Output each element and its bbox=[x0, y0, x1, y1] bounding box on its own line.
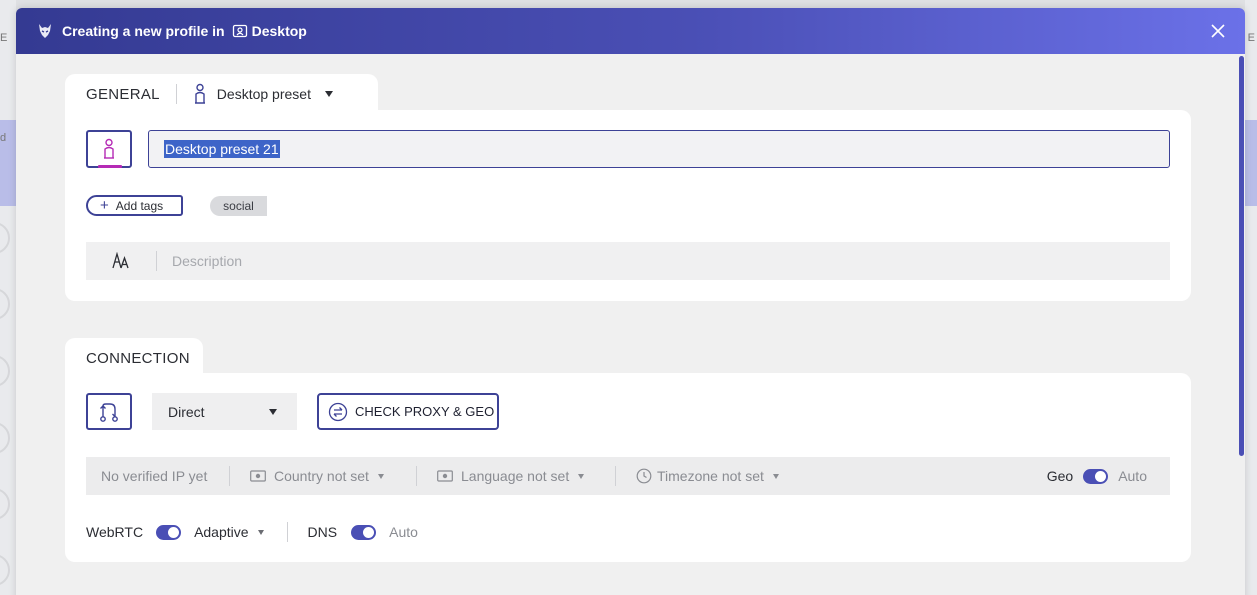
divider bbox=[156, 251, 157, 271]
person-icon[interactable] bbox=[193, 83, 207, 105]
workspace-name: Desktop bbox=[251, 23, 307, 39]
scrollbar-thumb[interactable] bbox=[1239, 56, 1244, 456]
chevron-down-icon bbox=[377, 473, 384, 479]
dns-label: DNS bbox=[307, 524, 338, 540]
add-tags-label: Add tags bbox=[115, 198, 164, 213]
background-glyph: E bbox=[0, 32, 8, 44]
connection-type-select[interactable]: Direct bbox=[152, 393, 297, 430]
language-value: Language not set bbox=[461, 468, 570, 484]
background-glyph: E bbox=[1247, 32, 1255, 44]
close-icon[interactable] bbox=[1209, 22, 1227, 40]
description-field[interactable]: Description bbox=[86, 242, 1170, 280]
country-dropdown[interactable]: Country not set bbox=[230, 468, 416, 484]
modal-header: Creating a new profile in Desktop bbox=[16, 8, 1245, 54]
preset-dropdown[interactable]: Desktop preset bbox=[217, 86, 311, 102]
create-profile-modal: Creating a new profile in Desktop GENERA… bbox=[16, 8, 1245, 595]
background-glyph: d bbox=[0, 132, 7, 144]
plus-icon: + bbox=[100, 197, 109, 214]
general-section-tab: GENERAL Desktop preset bbox=[65, 74, 378, 114]
connection-card: Direct CHECK PROXY & GEO No verified IP … bbox=[65, 373, 1191, 562]
geo-toggle[interactable] bbox=[1083, 468, 1109, 484]
connection-section-tab: CONNECTION bbox=[65, 338, 203, 378]
dns-mode: Auto bbox=[389, 524, 418, 540]
modal-title: Creating a new profile in bbox=[62, 23, 225, 39]
chevron-down-icon bbox=[578, 473, 585, 479]
clock-icon bbox=[636, 468, 652, 484]
webrtc-toggle[interactable] bbox=[156, 524, 182, 540]
connection-tab-label: CONNECTION bbox=[86, 349, 190, 367]
ip-info-bar: No verified IP yet Country not set Langu… bbox=[86, 457, 1170, 495]
workspace-icon bbox=[232, 23, 248, 39]
divider bbox=[175, 84, 177, 104]
webrtc-label: WebRTC bbox=[86, 524, 144, 540]
geo-setting: Geo Auto bbox=[1047, 468, 1147, 484]
divider bbox=[286, 522, 288, 542]
geo-mode: Auto bbox=[1118, 468, 1147, 484]
swap-icon bbox=[328, 402, 348, 421]
chevron-down-icon bbox=[772, 473, 779, 479]
flag-icon bbox=[250, 470, 266, 482]
text-format-icon bbox=[86, 252, 156, 270]
flag-icon bbox=[437, 470, 453, 482]
language-dropdown[interactable]: Language not set bbox=[417, 468, 615, 484]
connection-type-icon-button[interactable] bbox=[86, 393, 132, 430]
description-placeholder: Description bbox=[172, 253, 243, 269]
geo-label: Geo bbox=[1046, 468, 1074, 484]
background-selected-row-right bbox=[1245, 120, 1257, 206]
check-proxy-button[interactable]: CHECK PROXY & GEO bbox=[317, 393, 499, 430]
profile-name-text[interactable]: Desktop preset 21 bbox=[164, 140, 280, 158]
general-tab-label: GENERAL bbox=[86, 85, 160, 103]
country-value: Country not set bbox=[274, 468, 369, 484]
route-icon bbox=[100, 402, 118, 422]
connection-type-value: Direct bbox=[168, 403, 205, 420]
avatar-accent-bar bbox=[98, 165, 122, 168]
dns-toggle[interactable] bbox=[351, 524, 377, 540]
background-right-strip bbox=[1245, 0, 1257, 595]
person-icon bbox=[104, 138, 114, 159]
ip-status: No verified IP yet bbox=[101, 468, 208, 484]
chevron-down-icon[interactable] bbox=[324, 91, 333, 97]
add-tags-button[interactable]: + Add tags bbox=[86, 195, 183, 216]
check-proxy-label: CHECK PROXY & GEO bbox=[355, 404, 495, 419]
webrtc-dns-row: WebRTC Adaptive DNS Auto bbox=[86, 522, 418, 542]
wolf-logo-icon bbox=[36, 22, 54, 40]
chevron-down-icon bbox=[269, 408, 277, 415]
timezone-value: Timezone not set bbox=[657, 468, 764, 484]
chevron-down-icon[interactable] bbox=[257, 529, 264, 535]
general-card: Desktop preset 21 + Add tags social Desc… bbox=[65, 110, 1191, 301]
timezone-dropdown[interactable]: Timezone not set bbox=[616, 468, 779, 484]
tag-chip[interactable]: social bbox=[210, 196, 267, 216]
profile-name-input[interactable]: Desktop preset 21 bbox=[148, 130, 1170, 168]
profile-avatar-button[interactable] bbox=[86, 130, 132, 168]
webrtc-mode-dropdown[interactable]: Adaptive bbox=[194, 524, 248, 540]
